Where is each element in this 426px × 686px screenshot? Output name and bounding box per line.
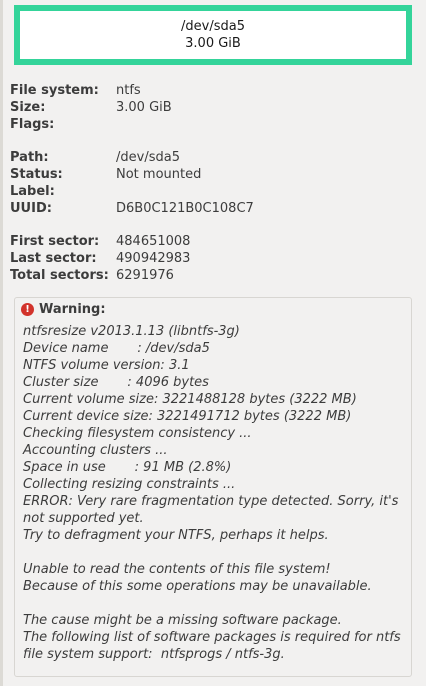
window-edge (0, 0, 3, 686)
prop-row-status: Status: Not mounted (10, 166, 410, 183)
prop-value: ntfs (116, 83, 141, 98)
prop-label: File system: (10, 83, 99, 98)
prop-label: Path: (10, 150, 49, 165)
warning-line (23, 595, 405, 612)
warning-line: Current volume size: 3221488128 bytes (3… (23, 392, 357, 407)
prop-value: /dev/sda5 (116, 150, 180, 165)
prop-value: Not mounted (116, 167, 202, 182)
prop-row-uuid: UUID: D6B0C121B0C108C7 (10, 200, 410, 217)
prop-value: D6B0C121B0C108C7 (116, 201, 254, 216)
prop-label: First sector: (10, 234, 100, 249)
prop-row-size: Size: 3.00 GiB (10, 99, 410, 116)
warning-line: Checking filesystem consistency ... (23, 426, 252, 441)
warning-line: ERROR: Very rare fragmentation type dete… (23, 494, 399, 509)
prop-row-label: Label: (10, 183, 410, 200)
partition-size: 3.00 GiB (185, 36, 241, 51)
warning-frame: ! Warning: ntfsresize v2013.1.13 (libntf… (14, 297, 412, 677)
warning-line: Collecting resizing constraints ... (23, 477, 236, 492)
prop-value: 490942983 (116, 251, 191, 266)
warning-line: Try to defragment your NTFS, perhaps it … (23, 528, 329, 543)
prop-row-path: Path: /dev/sda5 (10, 149, 410, 166)
warning-line: Current device size: 3221491712 bytes (3… (23, 409, 352, 424)
prop-row-filesystem: File system: ntfs (10, 82, 410, 99)
warning-message: ntfsresize v2013.1.13 (libntfs-3g) Devic… (23, 323, 405, 663)
warning-line: Because of this some operations may be u… (23, 579, 372, 594)
prop-label: Last sector: (10, 251, 97, 266)
prop-row-last-sector: Last sector: 490942983 (10, 250, 410, 267)
warning-title: Warning: (39, 302, 106, 317)
warning-line (23, 544, 405, 561)
warning-line: ntfsresize v2013.1.13 (libntfs-3g) (23, 324, 240, 339)
warning-line: Space in use : 91 MB (2.8%) (23, 460, 232, 475)
warning-header: ! Warning: (21, 302, 106, 317)
warning-line: Cluster size : 4096 bytes (23, 375, 209, 390)
warning-line: NTFS volume version: 3.1 (23, 358, 190, 373)
warning-line: Unable to read the contents of this file… (23, 562, 331, 577)
warning-line: Accounting clusters ... (23, 443, 168, 458)
prop-row-first-sector: First sector: 484651008 (10, 233, 410, 250)
properties-section: File system: ntfs Size: 3.00 GiB Flags: … (10, 82, 410, 284)
warning-line: The following list of software packages … (23, 630, 401, 645)
prop-label: Size: (10, 100, 46, 115)
error-icon: ! (21, 303, 34, 316)
prop-label: Flags: (10, 117, 55, 132)
warning-line: The cause might be a missing software pa… (23, 613, 342, 628)
prop-value: 6291976 (116, 268, 174, 283)
prop-value: 484651008 (116, 234, 191, 249)
partition-info-dialog: /dev/sda5 3.00 GiB File system: ntfs Siz… (0, 0, 426, 686)
prop-row-total-sectors: Total sectors: 6291976 (10, 267, 410, 284)
partition-graphic-inner: /dev/sda5 3.00 GiB (20, 11, 406, 59)
prop-label: Status: (10, 167, 63, 182)
partition-graphic: /dev/sda5 3.00 GiB (14, 5, 412, 65)
prop-label: Label: (10, 184, 55, 199)
warning-line: Device name : /dev/sda5 (23, 341, 210, 356)
prop-row-flags: Flags: (10, 116, 410, 133)
prop-value: 3.00 GiB (116, 100, 172, 115)
prop-label: UUID: (10, 201, 52, 216)
warning-line: not supported yet. (23, 511, 144, 526)
warning-line: file system support: ntfsprogs / ntfs-3g… (23, 647, 285, 662)
partition-path: /dev/sda5 (181, 19, 245, 34)
prop-label: Total sectors: (10, 268, 109, 283)
